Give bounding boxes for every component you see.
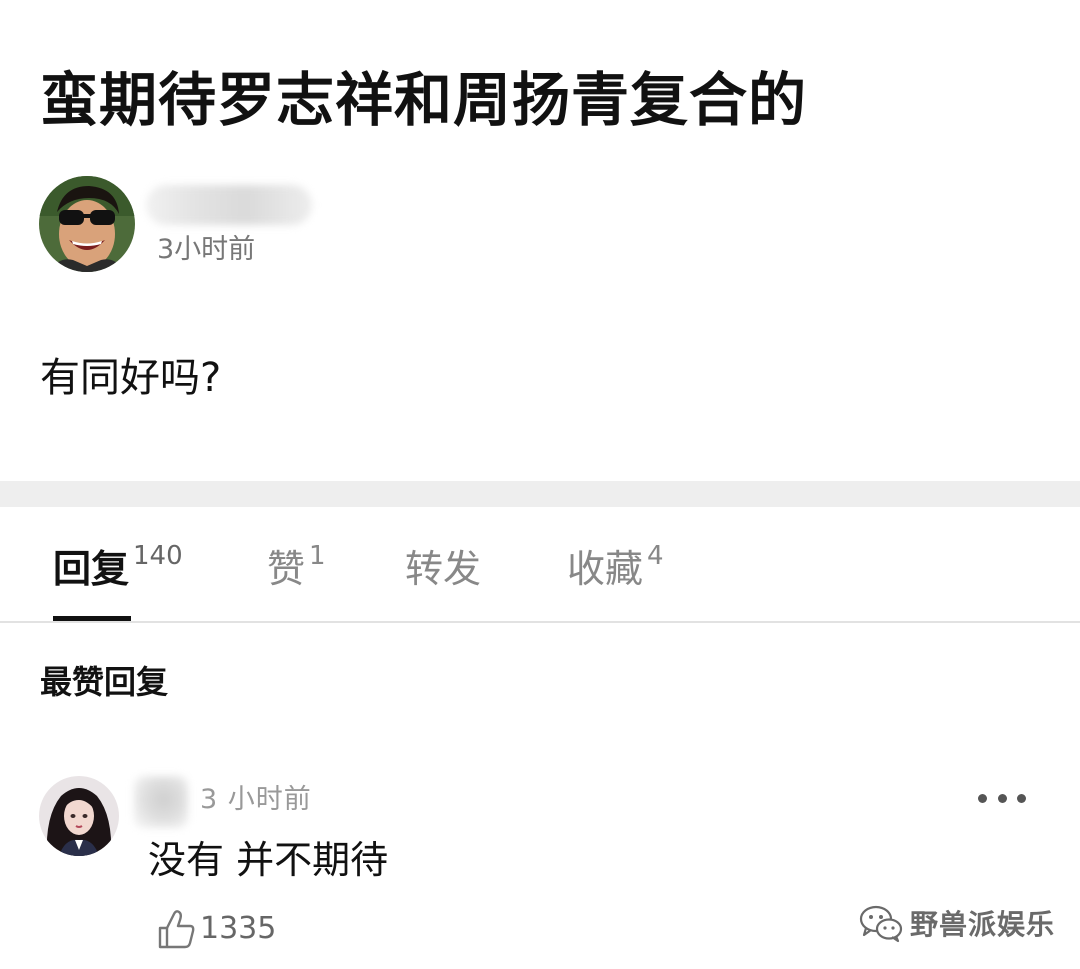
thumbs-up-icon — [158, 910, 195, 949]
commenter-name-redacted[interactable] — [134, 776, 188, 828]
author-name-redacted[interactable] — [146, 185, 312, 225]
tab-replies[interactable]: 回复 140 — [53, 541, 183, 595]
section-divider — [0, 481, 1080, 507]
watermark-text: 野兽派娱乐 — [910, 908, 1056, 941]
author-avatar-image — [39, 176, 135, 272]
tab-replies-count: 140 — [133, 541, 183, 571]
more-dot — [997, 793, 1007, 803]
commenter-avatar[interactable] — [39, 776, 119, 856]
commenter-avatar-image — [39, 776, 119, 856]
like-button[interactable]: 1335 — [156, 906, 276, 952]
tab-favorites-label: 收藏 — [567, 547, 644, 591]
comment-text: 没有 并不期待 — [148, 838, 389, 882]
tab-bar-divider — [0, 621, 1080, 623]
tab-replies-label: 回复 — [53, 547, 130, 591]
author-avatar[interactable] — [39, 176, 135, 272]
top-replies-heading: 最赞回复 — [40, 663, 169, 701]
post-title: 蛮期待罗志祥和周扬青复合的 — [40, 66, 808, 134]
tab-forwards-label: 转发 — [405, 547, 482, 591]
like-count: 1335 — [200, 911, 277, 946]
tab-bar: 回复 140 赞1 转发 收藏 4 — [0, 507, 1080, 621]
post-body: 有同好吗? — [40, 355, 222, 401]
watermark: 野兽派娱乐 — [858, 900, 1055, 946]
tab-likes-label: 赞 — [267, 547, 306, 591]
more-dot — [978, 793, 987, 803]
tab-likes-count: 1 — [309, 541, 326, 571]
tab-likes[interactable]: 赞1 — [267, 541, 326, 595]
tab-forwards[interactable]: 转发 — [405, 543, 481, 595]
wechat-icon — [859, 905, 903, 943]
post-time: 3小时前 — [157, 234, 256, 265]
more-options-button[interactable] — [978, 780, 1026, 816]
tab-favorites-count: 4 — [647, 541, 664, 571]
tab-favorites[interactable]: 收藏 4 — [567, 541, 664, 595]
more-dot — [1017, 793, 1026, 803]
comment-time: 3 小时前 — [200, 784, 312, 815]
